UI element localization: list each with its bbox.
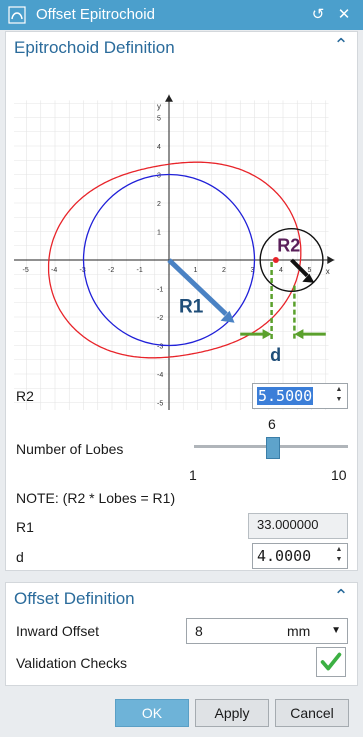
section-title: Offset Definition <box>14 589 135 608</box>
x-tick-label: 4 <box>279 267 283 274</box>
spin-down-icon[interactable]: ▼ <box>333 395 345 405</box>
inward-offset-value: 8 <box>195 623 203 639</box>
y-tick-label: 2 <box>157 201 161 208</box>
validation-checks-button[interactable] <box>316 647 346 677</box>
x-tick-label: -4 <box>51 267 57 274</box>
title-bar: Offset Epitrochoid ↺ ✕ <box>0 0 363 30</box>
checkmark-icon <box>320 652 342 671</box>
validation-label: Validation Checks <box>16 655 128 671</box>
d-value: 4.0000 <box>257 547 312 565</box>
r2-label-text: R2 <box>277 235 300 255</box>
x-tick-label: -1 <box>137 267 143 274</box>
ok-button[interactable]: OK <box>115 699 189 727</box>
x-tick-label: -5 <box>23 267 29 274</box>
epitrochoid-diagram: x y -5 -4 -3 -2 -1 1 2 3 4 5 5 4 3 2 1 -1 -2 -3 -4 -5 R1 R2 d <box>9 64 351 420</box>
section-header: Offset Definition ⌃ <box>6 583 357 613</box>
apply-button[interactable]: Apply <box>195 699 269 727</box>
collapse-chevron-icon[interactable]: ⌃ <box>331 586 351 608</box>
spin-down-icon[interactable]: ▼ <box>333 555 345 565</box>
x-axis-arrowhead <box>327 256 335 264</box>
inward-offset-label: Inward Offset <box>16 623 100 639</box>
lobes-value: 6 <box>268 416 276 432</box>
dropdown-arrow-icon[interactable]: ▼ <box>331 625 341 636</box>
y-axis-label: y <box>157 102 161 111</box>
r1-field: 33.000000 <box>248 513 348 539</box>
r2-spinner[interactable]: ▲ ▼ <box>333 385 345 405</box>
y-tick-label: 5 <box>157 116 161 123</box>
note-text: NOTE: (R2 * Lobes = R1) <box>16 490 176 506</box>
lobes-max: 10 <box>331 467 347 483</box>
lobes-min: 1 <box>189 467 197 483</box>
y-tick-label: -1 <box>157 287 163 294</box>
y-tick-label: -5 <box>157 401 163 408</box>
spin-up-icon[interactable]: ▲ <box>333 545 345 555</box>
x-tick-label: 5 <box>308 267 312 274</box>
y-tick-label: -2 <box>157 315 163 322</box>
r1-label-text: R1 <box>179 297 204 318</box>
y-tick-label: 4 <box>157 144 161 151</box>
y-tick-label: 3 <box>157 173 161 180</box>
r2-arrow-shaft <box>290 258 309 278</box>
close-icon[interactable]: ✕ <box>334 4 354 26</box>
spin-up-icon[interactable]: ▲ <box>333 385 345 395</box>
y-axis-arrowhead <box>165 94 173 102</box>
reset-icon[interactable]: ↺ <box>308 4 328 26</box>
collapse-chevron-icon[interactable]: ⌃ <box>331 35 351 57</box>
r2-label: R2 <box>16 388 34 404</box>
r1-value: 33.000000 <box>257 517 319 532</box>
r2-input[interactable]: 5.5000 ▲ ▼ <box>252 383 348 409</box>
app-icon <box>8 6 26 24</box>
cancel-button[interactable]: Cancel <box>275 699 349 727</box>
d-arrowhead-right <box>294 329 304 340</box>
inward-offset-unit: mm <box>287 623 311 639</box>
x-axis-label: x <box>326 267 330 276</box>
y-tick-label: 1 <box>157 230 161 237</box>
r2-value: 5.5000 <box>257 387 314 405</box>
lobes-label: Number of Lobes <box>16 441 124 457</box>
y-tick-label: -4 <box>157 372 163 379</box>
x-tick-label: 2 <box>222 267 226 274</box>
r1-label: R1 <box>16 519 34 535</box>
diagram-svg: xy-5 -4 -3 -2 -1 1 2 3 4 554321-1-2-3-4-5R1R2d <box>9 94 335 420</box>
d-input[interactable]: 4.0000 ▲ ▼ <box>252 543 348 569</box>
d-label-text: d <box>270 345 281 365</box>
section-title: Epitrochoid Definition <box>14 38 175 57</box>
lobes-slider-thumb[interactable] <box>266 437 280 459</box>
x-tick-label: 1 <box>194 267 198 274</box>
window-title: Offset Epitrochoid <box>36 6 155 23</box>
d-arrowhead-left <box>262 329 272 340</box>
section-header: Epitrochoid Definition ⌃ <box>6 32 357 62</box>
trace-point <box>272 257 279 263</box>
inward-offset-combo[interactable]: 8 mm ▼ <box>186 618 348 644</box>
d-spinner[interactable]: ▲ ▼ <box>333 545 345 565</box>
d-label: d <box>16 549 24 565</box>
x-tick-label: -2 <box>108 267 114 274</box>
